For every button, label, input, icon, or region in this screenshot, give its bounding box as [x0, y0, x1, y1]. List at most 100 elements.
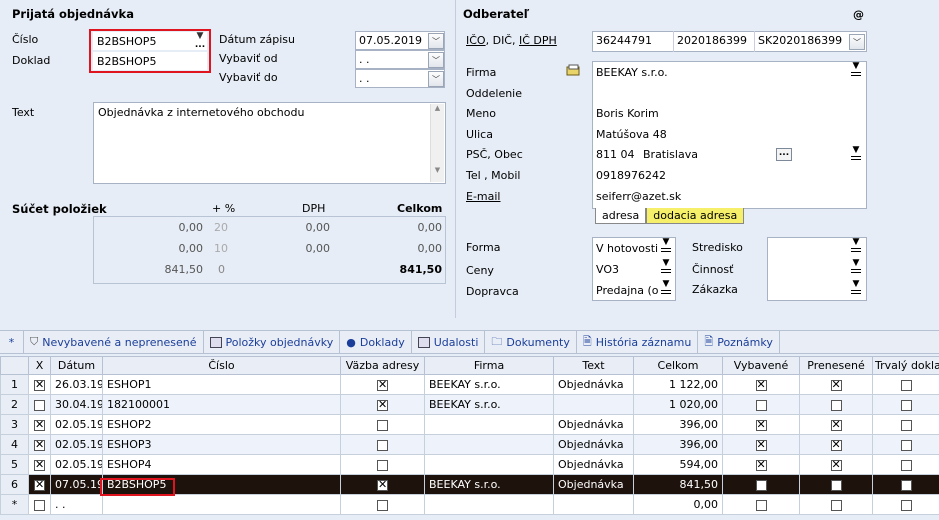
ceny-value[interactable]: VO3 [596, 263, 619, 276]
text-textarea[interactable]: Objednávka z internetového obchodu [93, 102, 446, 184]
tab-doklady[interactable]: ● Doklady [340, 331, 412, 353]
cell-celkom[interactable]: 1 020,00 [633, 394, 723, 415]
checkbox-x[interactable] [34, 458, 45, 471]
cell-vazba[interactable] [340, 454, 425, 475]
cell-vybavene[interactable] [722, 434, 800, 455]
cell-vazba[interactable] [340, 434, 425, 455]
forma-value[interactable]: V hotovosti [596, 242, 658, 255]
table-row[interactable]: 5 02.05.19ESHOP4 Objednávka594,00 [0, 454, 939, 475]
cell-x[interactable] [28, 414, 51, 435]
ulica-value[interactable]: Matúšova 48 [596, 128, 667, 141]
tab-nevybavene[interactable]: ⛉ Nevybavené a neprenesené [24, 331, 204, 353]
checkbox-trvaly[interactable] [900, 479, 912, 491]
column-header-4[interactable]: Väzba adresy [340, 356, 425, 375]
table-row[interactable]: 3 02.05.19ESHOP2 Objednávka396,00 [0, 414, 939, 435]
table-row[interactable]: 2 30.04.19182100001 BEEKAY s.r.o. 1 020,00 [0, 394, 939, 415]
cell-text[interactable] [553, 394, 634, 415]
cell-date[interactable]: 07.05.19 [50, 474, 103, 495]
cell-firma[interactable] [424, 494, 554, 515]
cell-text[interactable] [553, 494, 634, 515]
cell-vazba[interactable] [340, 394, 425, 415]
tab-polozky[interactable]: Položky objednávky [204, 331, 341, 353]
column-header-1[interactable]: X [28, 356, 51, 375]
obec-combo-icon[interactable]: ▼ [849, 146, 863, 163]
cell-cislo[interactable]: ESHOP3 [102, 434, 341, 455]
ceny-combo-icon[interactable]: ▼ [659, 259, 673, 276]
icdph-value[interactable]: SK2020186399 [758, 34, 842, 47]
stredisko-combo-icon[interactable]: ▼ [849, 238, 863, 255]
cell-prenesene[interactable] [799, 494, 873, 515]
cell-cislo[interactable] [102, 494, 341, 515]
cell-x[interactable] [28, 494, 51, 515]
cell-text[interactable]: Objednávka [553, 414, 634, 435]
cell-celkom[interactable]: 396,00 [633, 434, 723, 455]
cell-prenesene[interactable] [799, 434, 873, 455]
address-book-icon[interactable] [566, 64, 581, 77]
meno-value[interactable]: Boris Korim [596, 107, 659, 120]
cell-text[interactable]: Objednávka [553, 454, 634, 475]
dopravca-combo-icon[interactable]: ▼ [659, 280, 673, 297]
checkbox-vazba[interactable] [377, 378, 388, 391]
cell-prenesene[interactable] [799, 374, 873, 395]
ico-dropdown-icon[interactable]: ﹀ [849, 34, 865, 50]
tel-value[interactable]: 0918976242 [596, 169, 666, 182]
cell-celkom[interactable]: 1 122,00 [633, 374, 723, 395]
checkbox-vybavene[interactable] [755, 399, 767, 411]
cell-text[interactable]: Objednávka [553, 474, 634, 495]
checkbox-x[interactable] [34, 478, 45, 491]
checkbox-vybavene[interactable] [755, 499, 767, 511]
cell-trvaly[interactable] [872, 414, 939, 435]
checkbox-prenesene[interactable] [830, 438, 842, 451]
cell-trvaly[interactable] [872, 454, 939, 475]
column-header-8[interactable]: Vybavené [722, 356, 800, 375]
checkbox-x[interactable] [34, 438, 45, 451]
cell-vybavene[interactable] [722, 414, 800, 435]
column-header-7[interactable]: Celkom [633, 356, 723, 375]
tab-star[interactable]: * [0, 331, 24, 353]
cell-x[interactable] [28, 434, 51, 455]
cell-trvaly[interactable] [872, 394, 939, 415]
table-row[interactable]: 1 26.03.19ESHOP1 BEEKAY s.r.o.Objednávka1 … [0, 374, 939, 395]
cell-x[interactable] [28, 474, 51, 495]
zakazka-combo-icon[interactable]: ▼ [849, 280, 863, 297]
column-header-3[interactable]: Číslo [102, 356, 341, 375]
firma-value[interactable]: BEEKAY s.r.o. [596, 66, 668, 79]
cell-vybavene[interactable] [722, 394, 800, 415]
cell-firma[interactable] [424, 414, 554, 435]
text-scrollbar[interactable]: ▲ ▼ [430, 104, 444, 182]
cell-vybavene[interactable] [722, 474, 800, 495]
cell-prenesene[interactable] [799, 474, 873, 495]
tab-udalosti[interactable]: Udalosti [412, 331, 486, 353]
column-header-10[interactable]: Trvalý dokla [872, 356, 939, 375]
cell-trvaly[interactable] [872, 434, 939, 455]
cell-trvaly[interactable] [872, 494, 939, 515]
row-number[interactable]: 4 [0, 434, 29, 455]
cell-date[interactable]: . . [50, 494, 103, 515]
tab-poznamky[interactable]: 🗎 Poznámky [698, 331, 780, 353]
checkbox-prenesene[interactable] [830, 399, 842, 411]
obec-value[interactable]: Bratislava [643, 148, 698, 161]
icdph-link[interactable]: IČ DPH [519, 34, 557, 47]
row-number[interactable]: 5 [0, 454, 29, 475]
row-number[interactable]: 3 [0, 414, 29, 435]
cell-date[interactable]: 26.03.19 [50, 374, 103, 395]
cell-cislo[interactable]: ESHOP1 [102, 374, 341, 395]
checkbox-vazba[interactable] [377, 419, 388, 431]
cell-firma[interactable] [424, 454, 554, 475]
checkbox-trvaly[interactable] [900, 419, 912, 431]
checkbox-vybavene[interactable] [755, 418, 767, 431]
cell-firma[interactable]: BEEKAY s.r.o. [424, 374, 554, 395]
checkbox-vazba[interactable] [377, 439, 388, 451]
checkbox-prenesene[interactable] [830, 499, 842, 511]
checkbox-x[interactable] [34, 499, 45, 511]
email-link[interactable]: E-mail [466, 190, 501, 203]
datum-zapisu-dropdown-icon[interactable]: ﹀ [428, 33, 444, 49]
checkbox-vybavene[interactable] [755, 458, 767, 471]
cell-celkom[interactable]: 841,50 [633, 474, 723, 495]
checkbox-vybavene[interactable] [755, 479, 767, 491]
cell-firma[interactable]: BEEKAY s.r.o. [424, 474, 554, 495]
cell-vybavene[interactable] [722, 374, 800, 395]
cell-cislo[interactable]: ESHOP4 [102, 454, 341, 475]
cell-date[interactable]: 02.05.19 [50, 454, 103, 475]
row-number[interactable]: 6 [0, 474, 29, 495]
